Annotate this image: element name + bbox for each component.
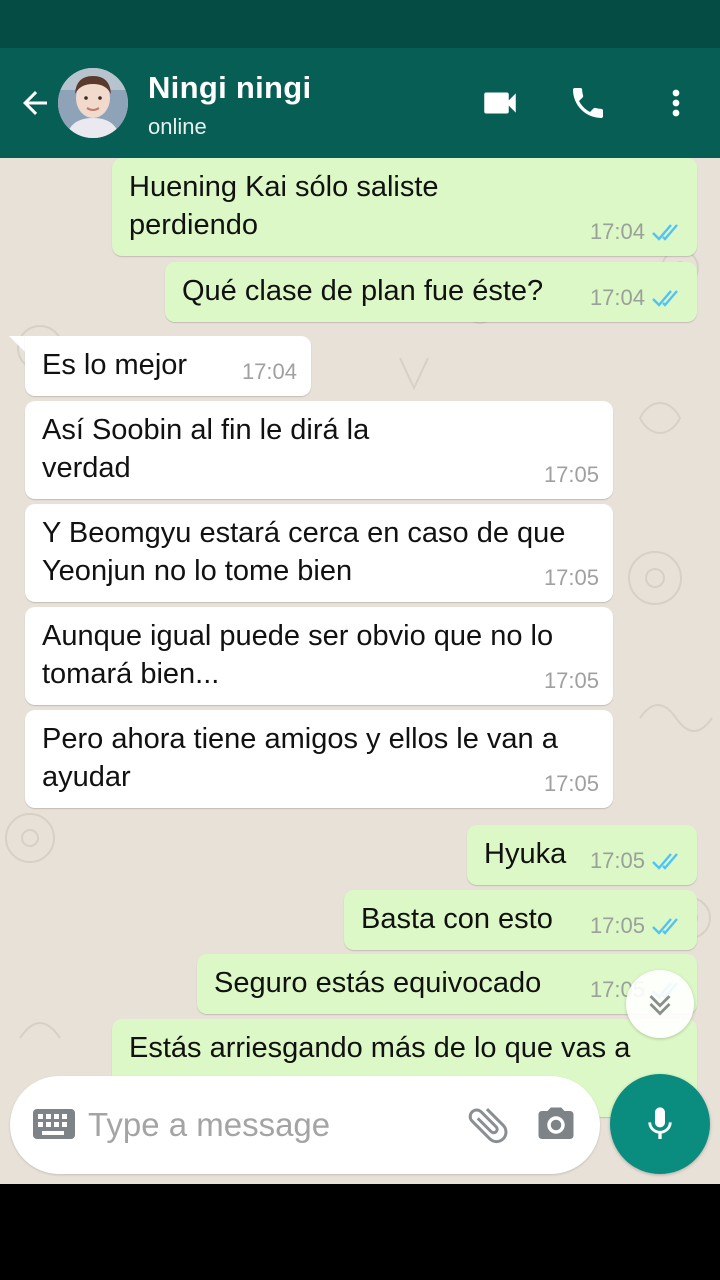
more-options-button[interactable] xyxy=(656,76,696,130)
message-meta: 17:04 xyxy=(242,353,297,391)
phone-icon xyxy=(573,88,603,118)
message-composer xyxy=(10,1076,600,1174)
message-meta: 17:05 xyxy=(590,907,683,945)
message-bubble[interactable]: Es lo mejor 17:04 xyxy=(25,336,311,396)
message-time: 17:05 xyxy=(543,565,599,590)
message-bubble[interactable]: Y Beomgyu estará cerca en caso de que Ye… xyxy=(25,504,613,602)
message-meta: 17:05 xyxy=(544,765,599,803)
voice-record-button[interactable] xyxy=(610,1074,710,1174)
message-time: 17:04 xyxy=(241,359,297,384)
videocam-icon xyxy=(484,92,516,114)
message-time: 17:05 xyxy=(589,913,645,938)
chat-header: Ningi ningi online xyxy=(0,48,720,158)
message-time: 17:04 xyxy=(589,285,645,310)
message-bubble[interactable]: Seguro estás equivocado 17:05 xyxy=(197,954,697,1014)
voice-call-button[interactable] xyxy=(562,76,614,130)
mic-icon xyxy=(648,1107,672,1139)
message-text: Y Beomgyu estará cerca en caso de que Ye… xyxy=(42,517,566,587)
message-meta: 17:05 xyxy=(590,842,683,880)
message-bubble[interactable]: Así Soobin al fin le dirá la verdad 17:0… xyxy=(25,401,613,499)
message-bubble[interactable]: Pero ahora tiene amigos y ellos le van a… xyxy=(25,710,613,808)
message-meta: 17:05 xyxy=(544,559,599,597)
camera-icon[interactable] xyxy=(534,1104,578,1151)
scroll-to-bottom-button[interactable] xyxy=(626,970,694,1038)
double-chevron-down-icon xyxy=(649,995,671,1016)
message-time: 17:05 xyxy=(589,848,645,873)
double-check-icon xyxy=(652,853,678,870)
attach-icon[interactable] xyxy=(464,1100,512,1155)
message-meta: 17:05 xyxy=(544,662,599,700)
contact-avatar[interactable] xyxy=(58,68,128,138)
message-meta: 17:04 xyxy=(590,213,683,251)
message-text: Así Soobin al fin le dirá la verdad xyxy=(42,414,370,484)
double-check-icon xyxy=(652,224,678,241)
contact-status: online xyxy=(148,114,207,139)
message-bubble[interactable]: Aunque igual puede ser obvio que no lo t… xyxy=(25,607,613,705)
message-text: Pero ahora tiene amigos y ellos le van a… xyxy=(42,723,558,793)
message-time: 17:05 xyxy=(543,462,599,487)
message-bubble[interactable]: Hyuka 17:05 xyxy=(467,825,697,885)
message-text: Aunque igual puede ser obvio que no lo t… xyxy=(42,620,554,690)
message-time: 17:05 xyxy=(543,668,599,693)
message-text: Estás arriesgando más de lo que vas a xyxy=(129,1032,631,1064)
message-time: 17:05 xyxy=(543,771,599,796)
double-check-icon xyxy=(652,918,678,935)
message-meta: 17:05 xyxy=(544,456,599,494)
message-meta: 17:04 xyxy=(590,279,683,317)
keyboard-icon[interactable] xyxy=(32,1106,76,1147)
more-vert-icon xyxy=(672,89,680,117)
message-time: 17:04 xyxy=(589,219,645,244)
avatar-photo xyxy=(58,68,128,138)
system-navigation-bar xyxy=(0,1184,720,1280)
message-bubble[interactable]: Basta con esto 17:05 xyxy=(344,890,697,950)
message-bubble[interactable]: Huening Kai sólo saliste perdiendo 17:04 xyxy=(112,158,697,256)
message-bubble[interactable]: Qué clase de plan fue éste? 17:04 xyxy=(165,262,697,322)
message-text: Huening Kai sólo saliste perdiendo xyxy=(129,171,439,241)
double-check-icon xyxy=(652,290,678,307)
message-input[interactable] xyxy=(88,1098,448,1152)
chat-area[interactable]: Huening Kai sólo saliste perdiendo 17:04… xyxy=(0,158,720,1184)
video-call-button[interactable] xyxy=(474,76,526,130)
status-bar xyxy=(0,0,720,48)
contact-name[interactable]: Ningi ningi xyxy=(148,70,311,106)
back-button[interactable] xyxy=(12,78,58,128)
arrow-back-icon xyxy=(23,91,47,115)
